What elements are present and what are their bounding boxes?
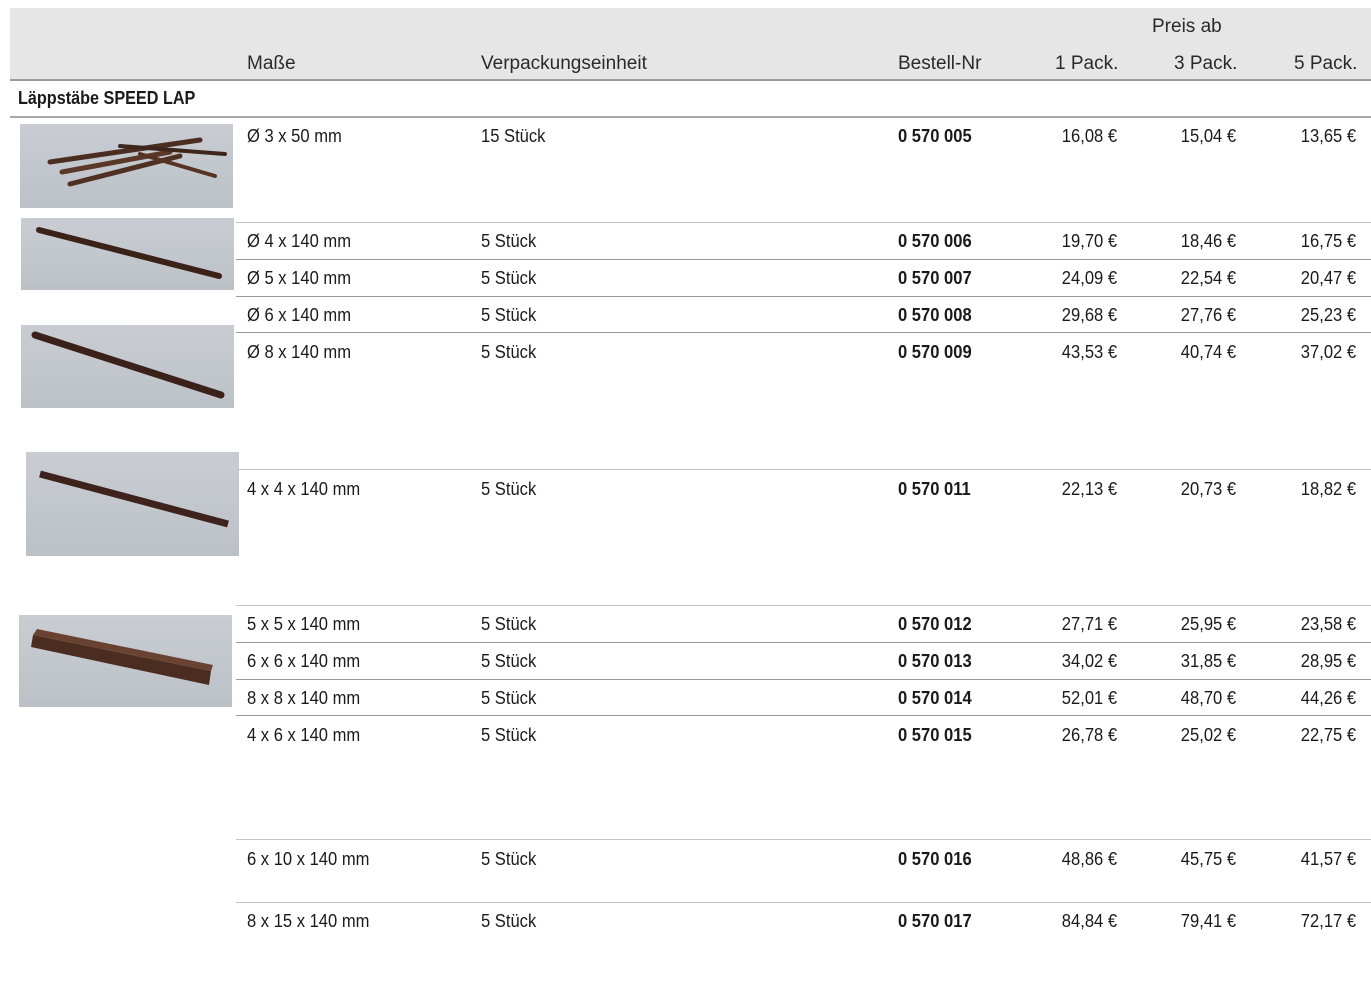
dimension-cell: 5 x 5 x 140 mm — [247, 614, 361, 634]
table-row: Ø 3 x 50 mm 15 Stück 0 570 005 16,08 € 1… — [0, 124, 1371, 161]
row-divider — [236, 469, 1371, 470]
order-number-cell: 0 570 017 — [898, 911, 972, 931]
price-1-pack-cell: 27,71 € — [1061, 614, 1117, 634]
price-5-pack-cell: 13,65 € — [1300, 126, 1356, 146]
price-1-pack-cell: 43,53 € — [1061, 342, 1117, 362]
price-5-pack-cell: 16,75 € — [1300, 231, 1356, 251]
packaging-cell: 5 Stück — [481, 688, 537, 708]
order-number-cell: 0 570 014 — [898, 688, 972, 708]
price-5-pack-cell: 25,23 € — [1300, 305, 1356, 325]
packaging-cell: 15 Stück — [481, 126, 546, 146]
column-header-order-number: Bestell-Nr — [898, 53, 982, 74]
row-divider — [236, 902, 1371, 903]
price-3-pack-cell: 31,85 € — [1180, 651, 1236, 671]
packaging-cell: 5 Stück — [481, 725, 537, 745]
packaging-cell: 5 Stück — [481, 268, 537, 288]
table-row: Ø 8 x 140 mm 5 Stück 0 570 009 43,53 € 4… — [0, 340, 1371, 377]
dimension-cell: 8 x 15 x 140 mm — [247, 911, 370, 931]
table-row: 8 x 15 x 140 mm 5 Stück 0 570 017 84,84 … — [0, 909, 1371, 946]
price-5-pack-cell: 22,75 € — [1300, 725, 1356, 745]
table-row: 4 x 6 x 140 mm 5 Stück 0 570 015 26,78 €… — [0, 723, 1371, 760]
dimension-cell: 8 x 8 x 140 mm — [247, 688, 361, 708]
dimension-cell: 6 x 6 x 140 mm — [247, 651, 361, 671]
price-1-pack-cell: 24,09 € — [1061, 268, 1117, 288]
section-divider — [10, 116, 1371, 118]
table-row: 8 x 8 x 140 mm 5 Stück 0 570 014 52,01 €… — [0, 686, 1371, 723]
order-number-cell: 0 570 009 — [898, 342, 972, 362]
price-1-pack-cell: 22,13 € — [1061, 479, 1117, 499]
price-group-heading: Preis ab — [1152, 16, 1222, 37]
packaging-cell: 5 Stück — [481, 231, 537, 251]
price-5-pack-cell: 18,82 € — [1300, 479, 1356, 499]
price-5-pack-cell: 20,47 € — [1300, 268, 1356, 288]
column-header-dimensions: Maße — [247, 53, 296, 74]
price-1-pack-cell: 34,02 € — [1061, 651, 1117, 671]
price-1-pack-cell: 84,84 € — [1061, 911, 1117, 931]
row-divider — [236, 222, 1371, 223]
packaging-cell: 5 Stück — [481, 342, 537, 362]
dimension-cell: Ø 5 x 140 mm — [247, 268, 352, 288]
order-number-cell: 0 570 015 — [898, 725, 972, 745]
table-row: 5 x 5 x 140 mm 5 Stück 0 570 012 27,71 €… — [0, 612, 1371, 649]
dimension-cell: Ø 4 x 140 mm — [247, 231, 352, 251]
price-1-pack-cell: 19,70 € — [1061, 231, 1117, 251]
packaging-cell: 5 Stück — [481, 479, 537, 499]
packaging-cell: 5 Stück — [481, 911, 537, 931]
row-divider — [236, 839, 1371, 840]
price-5-pack-cell: 72,17 € — [1300, 911, 1356, 931]
order-number-cell: 0 570 008 — [898, 305, 972, 325]
price-3-pack-cell: 20,73 € — [1180, 479, 1236, 499]
dimension-cell: 6 x 10 x 140 mm — [247, 849, 370, 869]
order-number-cell: 0 570 007 — [898, 268, 972, 288]
price-3-pack-cell: 15,04 € — [1180, 126, 1236, 146]
row-divider — [236, 605, 1371, 606]
table-row: 6 x 6 x 140 mm 5 Stück 0 570 013 34,02 €… — [0, 649, 1371, 686]
price-5-pack-cell: 28,95 € — [1300, 651, 1356, 671]
order-number-cell: 0 570 005 — [898, 126, 972, 146]
packaging-cell: 5 Stück — [481, 651, 537, 671]
dimension-cell: Ø 3 x 50 mm — [247, 126, 342, 146]
price-3-pack-cell: 45,75 € — [1180, 849, 1236, 869]
price-1-pack-cell: 26,78 € — [1061, 725, 1117, 745]
dimension-cell: 4 x 6 x 140 mm — [247, 725, 361, 745]
dimension-cell: 4 x 4 x 140 mm — [247, 479, 361, 499]
price-3-pack-cell: 48,70 € — [1180, 688, 1236, 708]
price-5-pack-cell: 37,02 € — [1300, 342, 1356, 362]
price-5-pack-cell: 41,57 € — [1300, 849, 1356, 869]
order-number-cell: 0 570 011 — [898, 479, 971, 499]
price-3-pack-cell: 18,46 € — [1180, 231, 1236, 251]
dimension-cell: Ø 6 x 140 mm — [247, 305, 352, 325]
column-header-price-1-pack: 1 Pack. — [1055, 53, 1119, 74]
price-1-pack-cell: 16,08 € — [1061, 126, 1117, 146]
price-3-pack-cell: 79,41 € — [1180, 911, 1236, 931]
header-divider — [10, 79, 1371, 81]
price-3-pack-cell: 40,74 € — [1180, 342, 1236, 362]
column-header-packaging: Verpackungseinheit — [481, 53, 647, 74]
order-number-cell: 0 570 012 — [898, 614, 972, 634]
price-1-pack-cell: 48,86 € — [1061, 849, 1117, 869]
order-number-cell: 0 570 016 — [898, 849, 972, 869]
table-row: Ø 6 x 140 mm 5 Stück 0 570 008 29,68 € 2… — [0, 303, 1371, 340]
packaging-cell: 5 Stück — [481, 305, 537, 325]
column-header-price-5-pack: 5 Pack. — [1294, 53, 1358, 74]
price-3-pack-cell: 27,76 € — [1180, 305, 1236, 325]
dimension-cell: Ø 8 x 140 mm — [247, 342, 352, 362]
price-5-pack-cell: 44,26 € — [1300, 688, 1356, 708]
price-3-pack-cell: 25,95 € — [1180, 614, 1236, 634]
price-1-pack-cell: 29,68 € — [1061, 305, 1117, 325]
column-header-price-3-pack: 3 Pack. — [1174, 53, 1238, 74]
packaging-cell: 5 Stück — [481, 849, 537, 869]
price-3-pack-cell: 25,02 € — [1180, 725, 1236, 745]
price-3-pack-cell: 22,54 € — [1180, 268, 1236, 288]
table-row: Ø 5 x 140 mm 5 Stück 0 570 007 24,09 € 2… — [0, 266, 1371, 303]
table-row: 6 x 10 x 140 mm 5 Stück 0 570 016 48,86 … — [0, 847, 1371, 884]
table-row: Ø 4 x 140 mm 5 Stück 0 570 006 19,70 € 1… — [0, 229, 1371, 266]
section-title: Läppstäbe SPEED LAP — [18, 88, 196, 108]
price-5-pack-cell: 23,58 € — [1300, 614, 1356, 634]
packaging-cell: 5 Stück — [481, 614, 537, 634]
table-row: 4 x 4 x 140 mm 5 Stück 0 570 011 22,13 €… — [0, 477, 1371, 514]
price-1-pack-cell: 52,01 € — [1061, 688, 1117, 708]
order-number-cell: 0 570 013 — [898, 651, 972, 671]
order-number-cell: 0 570 006 — [898, 231, 972, 251]
